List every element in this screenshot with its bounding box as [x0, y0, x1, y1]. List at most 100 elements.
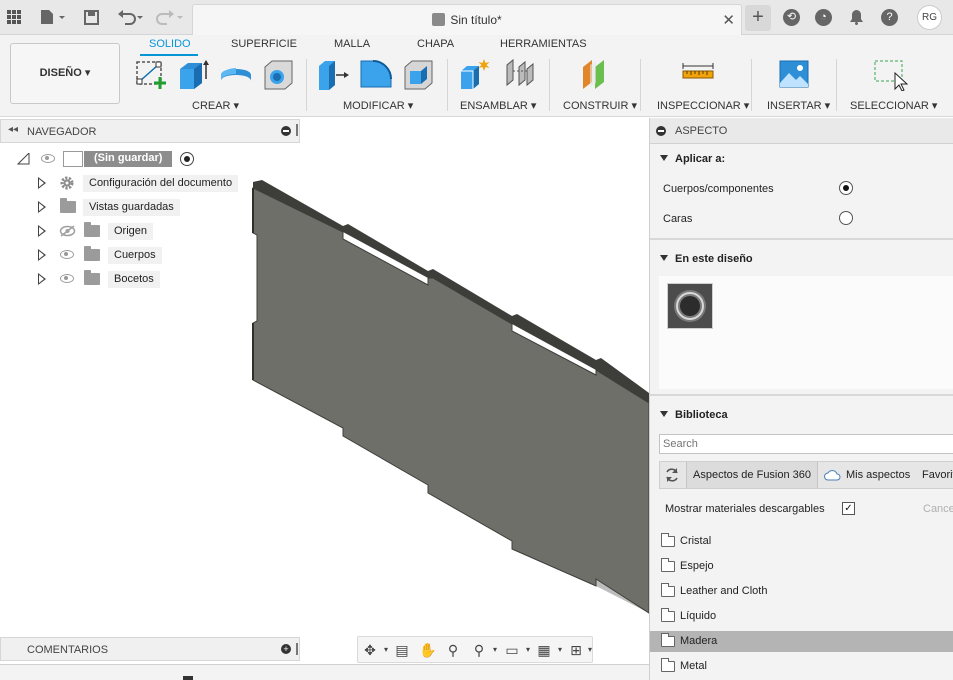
- activate-icon[interactable]: [180, 152, 194, 166]
- tab-malla[interactable]: MALLA: [334, 38, 370, 50]
- workspace-switcher[interactable]: DISEÑO ▾: [10, 43, 120, 104]
- close-tab-icon[interactable]: ✕: [722, 11, 735, 29]
- collapse-panel-icon[interactable]: [656, 126, 666, 136]
- apps-grid-icon[interactable]: [7, 8, 21, 26]
- pan-icon[interactable]: ✋: [419, 642, 436, 658]
- minimize-icon[interactable]: [281, 126, 291, 136]
- orbit-dropdown-icon[interactable]: ▾: [378, 642, 394, 658]
- display-settings-icon[interactable]: ▭: [504, 642, 520, 658]
- notifications-icon[interactable]: [849, 8, 864, 26]
- tab-herramientas[interactable]: HERRAMIENTAS: [500, 38, 587, 50]
- comments-title: COMENTARIOS: [27, 644, 109, 656]
- expand-icon[interactable]: [17, 153, 30, 165]
- fillet-icon[interactable]: [359, 57, 393, 91]
- tree-item-origin[interactable]: Origen: [0, 221, 170, 241]
- viewports-dropdown-icon[interactable]: ▾: [582, 642, 598, 658]
- active-tab-indicator: [140, 54, 198, 56]
- visibility-icon[interactable]: [60, 274, 74, 283]
- library-folder[interactable]: Espejo: [650, 556, 953, 577]
- show-downloadable-checkbox[interactable]: ✓: [842, 502, 855, 515]
- grid-dropdown-icon[interactable]: ▾: [552, 642, 568, 658]
- tab-favorites[interactable]: Favorit: [916, 462, 953, 488]
- library-folder[interactable]: Líquido: [650, 606, 953, 627]
- insert-image-icon[interactable]: [777, 57, 811, 91]
- group-ensamblar[interactable]: ENSAMBLAR ▾: [460, 99, 536, 112]
- refresh-icon[interactable]: [664, 467, 680, 486]
- job-status-icon[interactable]: ◔: [815, 9, 832, 26]
- library-folder[interactable]: Leather and Cloth: [650, 581, 953, 602]
- group-seleccionar[interactable]: SELECCIONAR ▾: [850, 99, 937, 112]
- expand-arrow-icon[interactable]: [38, 273, 46, 285]
- tab-solido[interactable]: SOLIDO: [149, 38, 191, 50]
- shell-icon[interactable]: [402, 57, 436, 91]
- group-construir[interactable]: CONSTRUIR ▾: [563, 99, 637, 112]
- cancel-download-button[interactable]: Cance: [923, 503, 953, 515]
- hidden-eye-icon[interactable]: [59, 225, 76, 237]
- drag-handle-icon[interactable]: [296, 643, 298, 655]
- material-swatch[interactable]: [667, 283, 713, 329]
- tab-fusion-appearances[interactable]: Aspectos de Fusion 360: [686, 462, 819, 488]
- library-search[interactable]: [659, 434, 953, 454]
- comments-bar[interactable]: COMENTARIOS +: [0, 637, 300, 661]
- library-folder[interactable]: Cristal: [650, 531, 953, 552]
- press-pull-icon[interactable]: [316, 57, 350, 91]
- option-bodies-label: Cuerpos/componentes: [663, 183, 774, 195]
- revolve-icon[interactable]: [219, 57, 253, 91]
- offset-plane-icon[interactable]: [580, 57, 614, 91]
- expand-arrow-icon[interactable]: [38, 249, 46, 261]
- section-library[interactable]: Biblioteca: [660, 409, 728, 421]
- fit-dropdown-icon[interactable]: ▾: [487, 642, 503, 658]
- hole-icon[interactable]: [262, 57, 296, 91]
- new-component-icon[interactable]: [458, 57, 492, 91]
- undo-icon[interactable]: [117, 8, 145, 26]
- zoom-icon[interactable]: ⚲: [445, 642, 461, 658]
- tree-item-document-settings[interactable]: Configuración del documento: [0, 173, 240, 193]
- timeline-marker-icon[interactable]: [183, 676, 193, 680]
- group-modificar[interactable]: MODIFICAR ▾: [343, 99, 413, 112]
- display-dropdown-icon[interactable]: ▾: [520, 642, 536, 658]
- grid-snaps-icon[interactable]: ▦: [536, 642, 552, 658]
- group-crear[interactable]: CREAR ▾: [192, 99, 239, 112]
- group-inspeccionar[interactable]: INSPECCIONAR ▾: [657, 99, 749, 112]
- extensions-icon[interactable]: ⟲: [783, 9, 800, 26]
- tree-root[interactable]: (Sin guardar): [0, 149, 210, 169]
- new-tab-button[interactable]: +: [745, 5, 771, 31]
- library-search-input[interactable]: [660, 435, 953, 453]
- visibility-icon[interactable]: [41, 154, 55, 163]
- option-bodies-radio[interactable]: [839, 181, 853, 195]
- look-at-icon[interactable]: ▤: [394, 642, 410, 658]
- create-sketch-icon[interactable]: [134, 57, 168, 91]
- user-avatar[interactable]: RG: [917, 5, 942, 30]
- section-divider: [650, 238, 953, 240]
- orbit-icon[interactable]: ✥: [362, 642, 378, 658]
- help-icon[interactable]: ?: [881, 9, 898, 26]
- tree-item-saved-views[interactable]: Vistas guardadas: [0, 197, 200, 217]
- save-icon[interactable]: [84, 8, 99, 26]
- expand-arrow-icon[interactable]: [38, 201, 46, 213]
- file-menu-icon[interactable]: [40, 8, 66, 26]
- section-in-design[interactable]: En este diseño: [660, 253, 753, 265]
- tab-my-appearances[interactable]: Mis aspectos: [840, 462, 916, 488]
- tree-item-bodies[interactable]: Cuerpos: [0, 245, 170, 265]
- tab-superficie[interactable]: SUPERFICIE: [231, 38, 297, 50]
- expand-arrow-icon[interactable]: [38, 177, 46, 189]
- add-comment-icon[interactable]: +: [281, 644, 291, 654]
- tree-item-sketches[interactable]: Bocetos: [0, 269, 170, 289]
- drag-handle-icon[interactable]: [296, 124, 298, 136]
- expand-arrow-icon[interactable]: [38, 225, 46, 237]
- document-tab[interactable]: Sin título* ✕: [192, 4, 742, 35]
- select-window-icon[interactable]: [872, 57, 909, 92]
- collapse-browser-icon[interactable]: ◂◂: [8, 124, 18, 135]
- section-apply-to[interactable]: Aplicar a:: [660, 153, 725, 165]
- redo-icon[interactable]: [156, 8, 184, 26]
- tab-chapa[interactable]: CHAPA: [417, 38, 454, 50]
- library-folder-selected[interactable]: Madera: [650, 631, 953, 652]
- extrude-icon[interactable]: [176, 57, 210, 91]
- library-folder[interactable]: Metal: [650, 656, 953, 677]
- group-insertar[interactable]: INSERTAR ▾: [767, 99, 830, 112]
- visibility-icon[interactable]: [60, 250, 74, 259]
- joint-icon[interactable]: [503, 57, 537, 91]
- measure-icon[interactable]: [681, 57, 715, 91]
- option-faces-radio[interactable]: [839, 211, 853, 225]
- fit-icon[interactable]: ⚲: [471, 642, 487, 658]
